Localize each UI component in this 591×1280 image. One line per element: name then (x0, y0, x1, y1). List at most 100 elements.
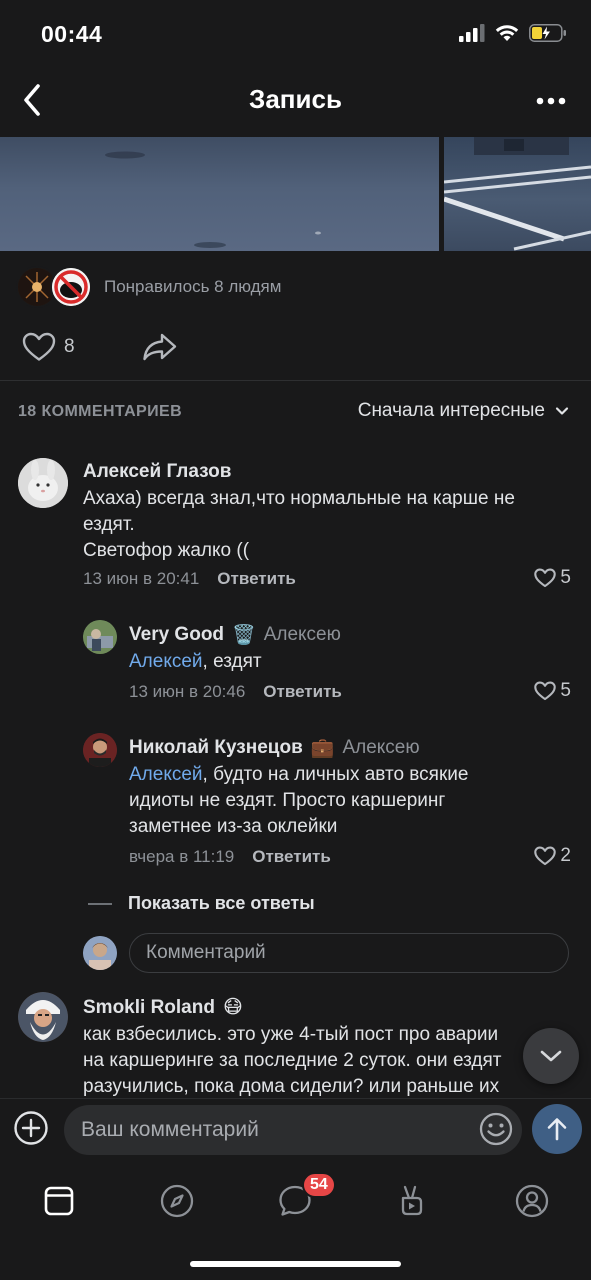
comment-time: вчера в 11:19 (129, 847, 235, 866)
comment-author[interactable]: Very Good 🗑️ Алексею (129, 623, 341, 647)
battery-charging-icon (529, 24, 566, 42)
author-name: Very Good (129, 624, 225, 645)
likes-summary[interactable]: Понравилось 8 людям (0, 264, 591, 312)
reply-button[interactable]: Ответить (252, 847, 331, 867)
comment-text-line: Светофор жалко (( (83, 540, 250, 561)
comment-like-count: 5 (560, 567, 571, 588)
status-bar: 00:44 (0, 0, 591, 70)
comment-author[interactable]: Алексей Глазов (83, 461, 231, 483)
author-name: Алексей Глазов (83, 461, 232, 482)
comment-text-line: идиоты не ездят. Просто каршеринг (129, 790, 446, 811)
avatar[interactable] (83, 733, 117, 767)
author-name: Smokli Roland (83, 996, 215, 1018)
comment-time: 13 июн в 20:46 (129, 682, 246, 701)
add-attachment-button[interactable] (13, 1110, 49, 1146)
comment-input[interactable] (64, 1105, 522, 1155)
show-all-replies-button[interactable]: Показать все ответы (88, 893, 315, 914)
smile-icon (479, 1112, 513, 1146)
navigation-bar: Запись (0, 70, 591, 132)
trash-emoji-icon: 🗑️ (232, 625, 256, 646)
heart-icon (534, 846, 557, 866)
post-photos (0, 137, 591, 251)
arrow-up-icon (547, 1118, 567, 1141)
comments-count: 18 КОММЕНТАРИЕВ (18, 403, 183, 420)
comment-like-button[interactable]: 5 (534, 567, 571, 589)
reply-input-row (0, 933, 591, 975)
avatar[interactable] (83, 620, 117, 654)
reply-button[interactable]: Ответить (217, 569, 296, 589)
comment-like-count: 2 (560, 845, 571, 866)
comment-text-line: на каршеринге за последние 2 суток. они … (83, 1050, 502, 1071)
send-button[interactable] (532, 1104, 582, 1154)
comment-text: как взбесились. это уже 4-тый пост про а… (83, 1022, 501, 1098)
author-name: Николай Кузнецов (129, 737, 303, 758)
comment-meta: 13 июн в 20:41 Ответить (83, 569, 296, 589)
briefcase-emoji-icon: 💼 (310, 738, 335, 759)
more-options-button[interactable] (531, 84, 571, 118)
newsfeed-icon (44, 1186, 74, 1216)
comment-like-button[interactable]: 2 (534, 845, 571, 867)
comment-meta: вчера в 11:19 Ответить (129, 847, 331, 867)
divider (0, 380, 591, 381)
comments-header: 18 КОММЕНТАРИЕВ Сначала интересные (0, 398, 591, 428)
sort-label: Сначала интересные (357, 400, 545, 421)
heart-icon (534, 681, 557, 701)
reply-comment-input[interactable] (129, 933, 569, 973)
reply-button[interactable]: Ответить (263, 682, 342, 702)
comment-text: Алексей, ездят (129, 649, 262, 675)
cellular-signal-icon (459, 24, 485, 42)
comments-sort-dropdown[interactable]: Сначала интересные (358, 400, 569, 422)
comment-text-line: разучились, пока дома сидели? или раньше… (83, 1076, 500, 1097)
tab-feed[interactable] (34, 1176, 84, 1226)
post-actions: 8 (0, 328, 591, 372)
heart-icon (534, 568, 557, 588)
comment-text-line: Алексей, будто на личных авто всякие (129, 762, 468, 788)
tab-clips[interactable] (388, 1176, 438, 1226)
tab-profile[interactable] (507, 1176, 557, 1226)
post-photo[interactable] (0, 137, 439, 251)
chevron-down-icon (555, 407, 569, 415)
status-time: 00:44 (41, 21, 103, 47)
comment: Алексей Глазов Ахаха) всегда знал,что но… (0, 455, 591, 595)
chevron-down-icon (540, 1050, 562, 1062)
like-button[interactable]: 8 (22, 332, 75, 362)
tab-bar: 54 (0, 1162, 591, 1280)
comment-text: Алексей, будто на личных авто всякие иди… (129, 762, 468, 840)
emoji-button[interactable] (478, 1111, 514, 1147)
comment-time: 13 июн в 20:41 (83, 569, 200, 588)
comment-text-line: заметнее из-за оклейки (129, 816, 338, 837)
comment-text-line: ездят. (83, 514, 135, 535)
mask-emoji-icon: 😷 (222, 997, 243, 1018)
user-circle-icon (515, 1184, 549, 1218)
comment-text: Ахаха) всегда знал,что нормальные на кар… (83, 486, 515, 564)
heart-icon (22, 332, 56, 361)
comment-text-line: Ахаха) всегда знал,что нормальные на кар… (83, 488, 515, 509)
comment: Smokli Roland 😷 как взбесились. это уже … (0, 990, 591, 1098)
show-all-replies-label: Показать все ответы (128, 893, 315, 913)
comment-composer (0, 1098, 591, 1162)
comment-reply: Николай Кузнецов 💼 Алексею Алексей, будт… (0, 731, 591, 871)
comment-meta: 13 июн в 20:46 Ответить (129, 682, 342, 702)
share-icon (143, 333, 177, 361)
share-button[interactable] (142, 332, 178, 367)
reply-to-name: Алексею (342, 737, 420, 758)
tab-discover[interactable] (152, 1176, 202, 1226)
post-photo[interactable] (444, 137, 591, 251)
more-horizontal-icon (536, 97, 566, 105)
scroll-down-button[interactable] (523, 1028, 579, 1084)
avatar (50, 266, 92, 308)
mention-link[interactable]: Алексей (129, 764, 203, 785)
wifi-icon (495, 25, 519, 41)
comment-author[interactable]: Николай Кузнецов 💼 Алексею (129, 736, 420, 760)
divider-line (88, 902, 112, 905)
compass-icon (160, 1184, 194, 1218)
avatar[interactable] (18, 458, 68, 508)
my-avatar (83, 936, 117, 970)
reply-to-name: Алексею (263, 624, 341, 645)
mention-link[interactable]: Алексей (129, 651, 203, 672)
avatar[interactable] (18, 992, 68, 1042)
comment-like-button[interactable]: 5 (534, 680, 571, 702)
comment-reply: Very Good 🗑️ Алексею Алексей, ездят 13 и… (0, 618, 591, 708)
comment-text-line: как взбесились. это уже 4-тый пост про а… (83, 1024, 499, 1045)
comment-author[interactable]: Smokli Roland 😷 (83, 996, 243, 1019)
